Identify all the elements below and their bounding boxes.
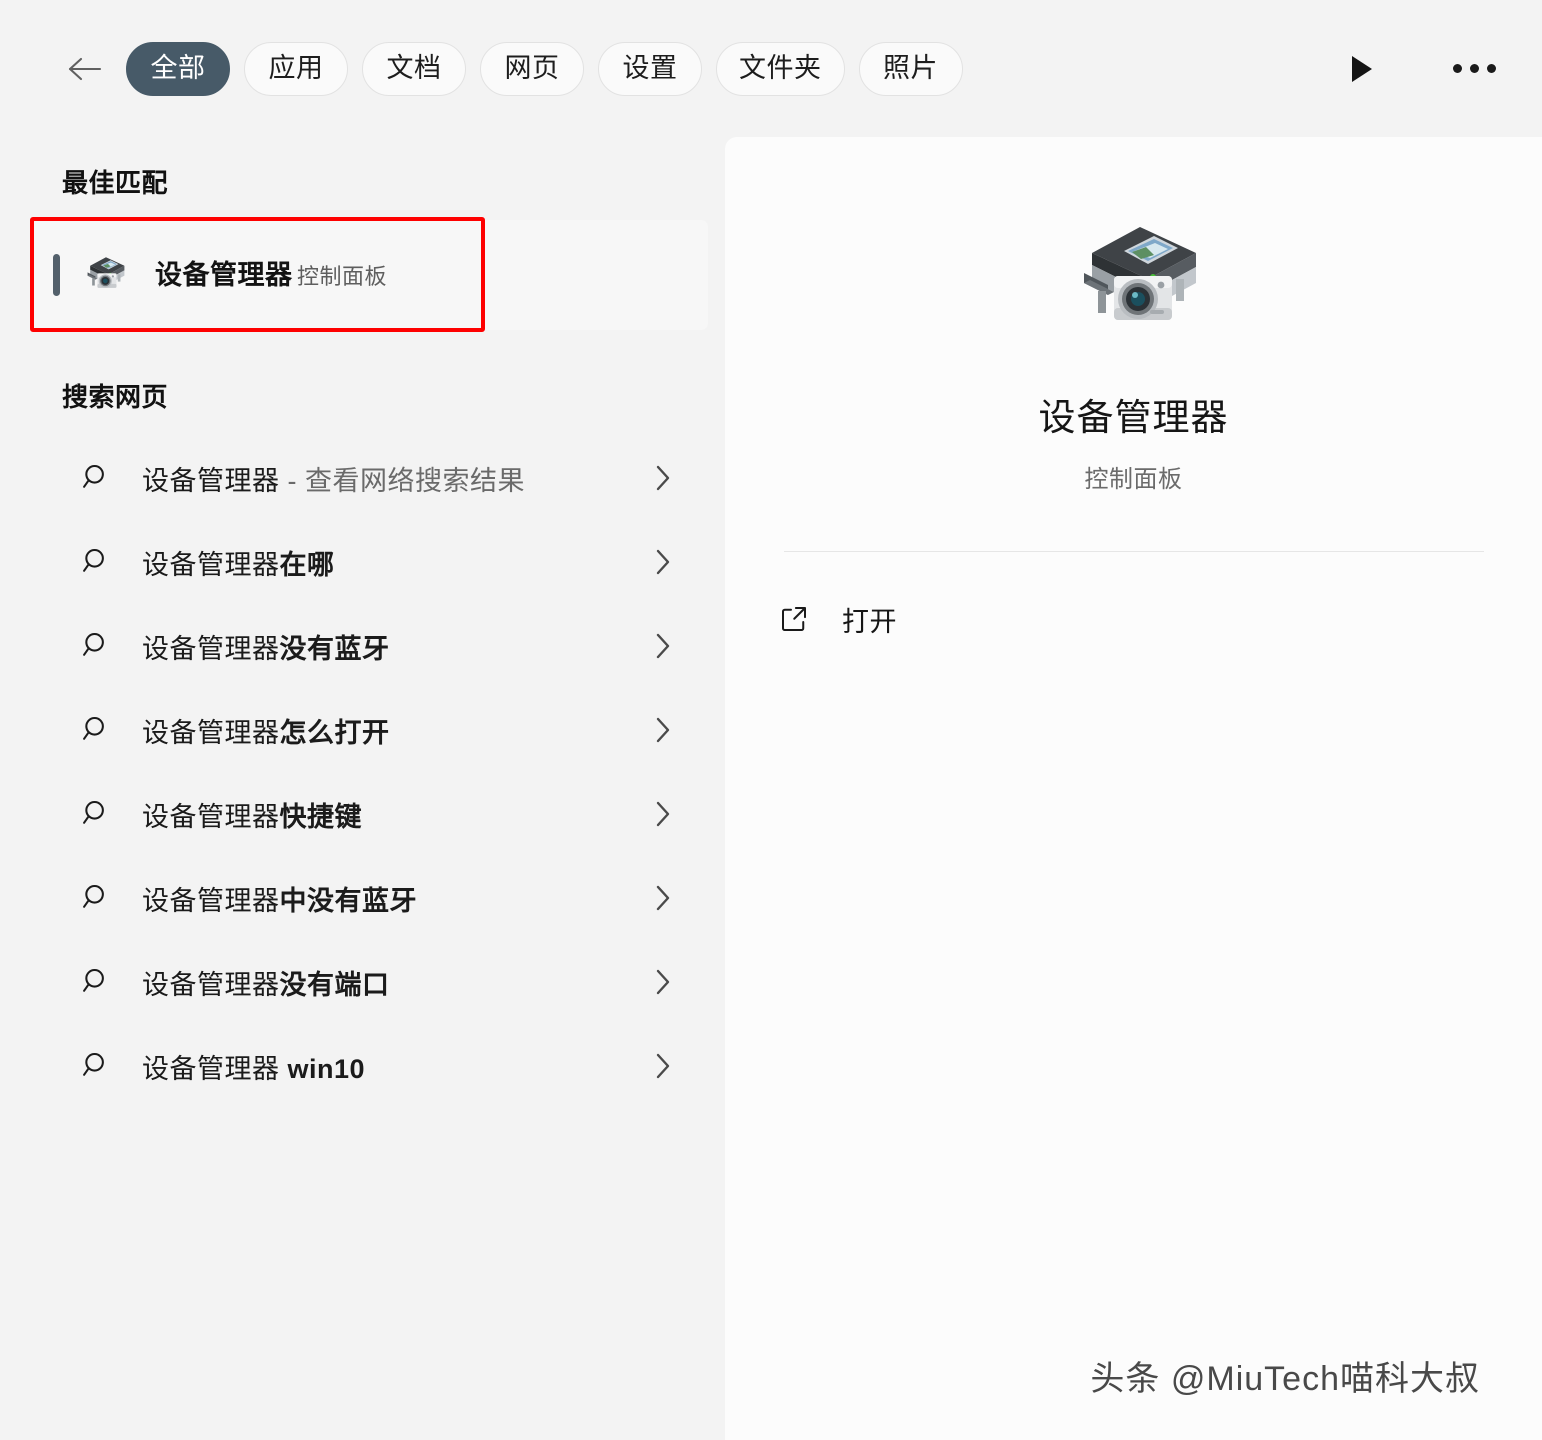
web-suggestion-item[interactable]: 设备管理器没有蓝牙 — [62, 604, 695, 688]
suggestion-query: 设备管理器 — [142, 717, 280, 748]
tab-label: 照片 — [883, 53, 938, 83]
web-suggestion-label: 设备管理器没有蓝牙 — [142, 627, 390, 666]
suggestion-query: 设备管理器 — [142, 633, 280, 664]
suggestion-query: 设备管理器 — [142, 549, 280, 580]
suggestion-suffix: 没有蓝牙 — [279, 633, 390, 664]
filter-bar: 全部 应用 文档 网页 设置 文件夹 照片 — [0, 0, 1542, 137]
tab-label: 网页 — [504, 53, 560, 83]
search-icon — [80, 629, 114, 663]
back-arrow-icon[interactable] — [62, 47, 106, 91]
open-action-label: 打开 — [842, 606, 897, 637]
web-suggestion-item[interactable]: 设备管理器没有端口 — [62, 940, 695, 1024]
external-link-icon — [774, 599, 814, 639]
detail-title: 设备管理器 — [1038, 397, 1229, 438]
detail-panel: 设备管理器 控制面板 打开 — [725, 137, 1542, 1440]
device-manager-icon — [1054, 211, 1214, 351]
tab-web[interactable]: 网页 — [480, 41, 584, 96]
search-icon — [80, 461, 114, 495]
chevron-right-icon[interactable] — [653, 714, 673, 746]
best-match-subtitle: 控制面板 — [296, 263, 387, 289]
tab-apps[interactable]: 应用 — [244, 41, 348, 96]
search-flyout: 设备管理器 控制面板 打开 全部 应用 文档 网页 设置 文件夹 照片 最佳匹配… — [0, 0, 1542, 1440]
chevron-right-icon[interactable] — [653, 1050, 673, 1082]
web-suggestion-item[interactable]: 设备管理器中没有蓝牙 — [62, 856, 695, 940]
more-options-icon[interactable] — [1446, 41, 1502, 97]
web-suggestion-label: 设备管理器 - 查看网络搜索结果 — [142, 459, 525, 498]
web-suggestion-item[interactable]: 设备管理器快捷键 — [62, 772, 695, 856]
chevron-right-icon[interactable] — [653, 630, 673, 662]
chevron-right-icon[interactable] — [653, 546, 673, 578]
best-match-section: 设备管理器 控制面板 — [30, 217, 738, 333]
dot — [1452, 64, 1462, 73]
web-suggestion-item[interactable]: 设备管理器 - 查看网络搜索结果 — [62, 436, 695, 520]
suggestion-query: 设备管理器 — [142, 1053, 280, 1084]
filter-tabs: 全部 应用 文档 网页 设置 文件夹 照片 — [126, 41, 963, 96]
web-suggestion-label: 设备管理器中没有蓝牙 — [142, 879, 417, 918]
chevron-right-icon[interactable] — [653, 966, 673, 998]
tab-documents[interactable]: 文档 — [362, 41, 466, 96]
tab-label: 应用 — [268, 53, 324, 83]
more-dots — [1452, 64, 1496, 73]
detail-panel-content: 设备管理器 控制面板 打开 — [725, 137, 1542, 1440]
suggestion-suffix: 在哪 — [279, 549, 335, 580]
chevron-right-icon[interactable] — [653, 462, 673, 494]
suggestion-suffix: 怎么打开 — [279, 717, 390, 748]
best-match-text: 设备管理器 控制面板 — [155, 259, 387, 291]
search-icon — [80, 881, 114, 915]
tab-photos[interactable]: 照片 — [858, 41, 963, 96]
suggestion-query: 设备管理器 — [142, 885, 280, 916]
suggestion-suffix: 没有端口 — [279, 969, 390, 1000]
watermark: 头条 @MiuTech喵科大叔 — [1090, 1360, 1480, 1398]
suggestion-query: 设备管理器 — [142, 969, 280, 1000]
suggestion-query: 设备管理器 — [142, 465, 280, 496]
play-triangle-icon[interactable] — [1334, 41, 1390, 97]
chevron-right-icon[interactable] — [653, 882, 673, 914]
best-match-name: 设备管理器 — [155, 259, 293, 290]
tab-all[interactable]: 全部 — [126, 41, 230, 96]
web-suggestion-label: 设备管理器 win10 — [142, 1047, 365, 1086]
web-suggestion-label: 设备管理器在哪 — [142, 543, 335, 582]
open-action[interactable]: 打开 — [761, 587, 1061, 651]
device-manager-icon — [78, 249, 130, 301]
web-suggestion-label: 设备管理器没有端口 — [142, 963, 390, 1002]
selection-indicator — [53, 254, 60, 296]
tab-label: 全部 — [150, 53, 206, 83]
tab-label: 文件夹 — [739, 53, 822, 83]
search-icon — [80, 713, 114, 747]
results-column: 最佳匹配 设备管理器 控制面板 搜索网页 设备管理器 - 查看网络搜索结果 设备… — [0, 137, 725, 1440]
web-suggestion-label: 设备管理器快捷键 — [142, 795, 362, 834]
search-web-heading: 搜索网页 — [62, 382, 169, 412]
suggestion-suffix: 中没有蓝牙 — [279, 885, 417, 916]
detail-subtitle: 控制面板 — [1084, 466, 1183, 493]
best-match-heading: 最佳匹配 — [62, 168, 169, 198]
suggestion-suffix: 快捷键 — [279, 801, 362, 832]
detail-divider — [783, 551, 1484, 552]
dot — [1486, 64, 1496, 73]
web-suggestion-item[interactable]: 设备管理器怎么打开 — [62, 688, 695, 772]
tab-label: 设置 — [622, 53, 678, 83]
search-icon — [80, 965, 114, 999]
suggestion-query: 设备管理器 — [142, 801, 280, 832]
web-suggestion-item[interactable]: 设备管理器在哪 — [62, 520, 695, 604]
suggestion-suffix: - 查看网络搜索结果 — [279, 465, 525, 496]
suggestion-suffix: win10 — [279, 1053, 366, 1084]
web-suggestion-label: 设备管理器怎么打开 — [142, 711, 390, 750]
chevron-right-icon[interactable] — [653, 798, 673, 830]
tab-label: 文档 — [386, 53, 442, 83]
best-match-item[interactable]: 设备管理器 控制面板 — [32, 220, 708, 330]
dot — [1469, 64, 1479, 73]
tab-settings[interactable]: 设置 — [598, 41, 702, 96]
web-suggestions-list: 设备管理器 - 查看网络搜索结果 设备管理器在哪 设备管理器没有蓝牙 设备管理器怎么打… — [62, 436, 695, 1108]
search-icon — [80, 1049, 114, 1083]
web-suggestion-item[interactable]: 设备管理器 win10 — [62, 1024, 695, 1108]
search-icon — [80, 797, 114, 831]
tab-folders[interactable]: 文件夹 — [716, 41, 845, 96]
search-icon — [80, 545, 114, 579]
